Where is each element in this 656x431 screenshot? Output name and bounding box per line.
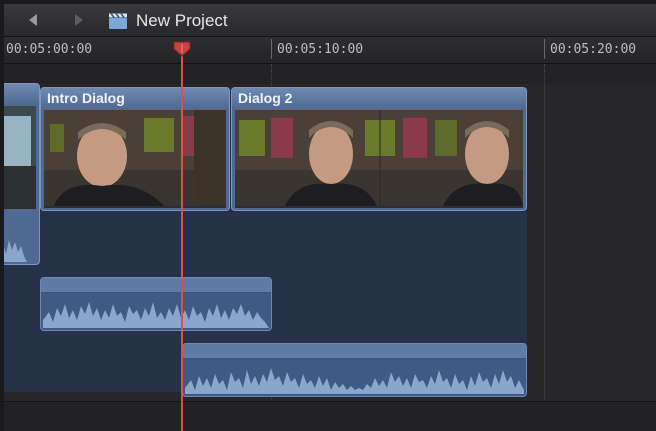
ruler-tick — [544, 39, 545, 59]
playhead-marker-icon[interactable] — [173, 41, 191, 57]
audio-waveform — [4, 240, 27, 262]
forward-button[interactable] — [70, 11, 88, 29]
audio-clip-header — [183, 344, 526, 359]
playhead-line[interactable] — [181, 56, 183, 431]
audio-clip[interactable] — [182, 343, 527, 397]
clip-header — [4, 84, 39, 104]
timeline-bottom-bar — [4, 401, 656, 431]
title-bar: New Project — [4, 4, 656, 37]
timeline-ruler[interactable]: 00:05:00:00 00:05:10:00 00:05:20:00 — [4, 37, 656, 64]
timecode-label: 00:05:00:00 — [6, 42, 93, 57]
audio-clip[interactable] — [40, 277, 272, 331]
timecode-label: 00:05:20:00 — [550, 42, 637, 57]
clip-name: Dialog 2 — [238, 90, 293, 106]
clip-dialog-2[interactable]: Dialog 2 — [231, 87, 527, 211]
clip-thumbnail — [235, 110, 523, 208]
ruler-tick — [271, 39, 272, 59]
clip-thumbnail — [4, 106, 36, 209]
timeline-window: New Project 00:05:00:00 00:05:10:00 00:0… — [4, 4, 656, 431]
chevron-left-icon — [29, 14, 37, 26]
clapperboard-icon — [109, 13, 127, 29]
clip-thumbnail — [44, 110, 226, 208]
audio-waveform — [185, 368, 524, 394]
clip-name: Intro Dialog — [47, 90, 125, 106]
audio-waveform — [43, 302, 269, 328]
video-thumbnail — [4, 106, 36, 206]
previous-clip[interactable] — [4, 83, 40, 265]
clip-intro-dialog[interactable]: Intro Dialog — [40, 87, 230, 211]
project-title: New Project — [136, 11, 228, 30]
timeline-band — [4, 64, 656, 84]
back-button[interactable] — [24, 11, 42, 29]
timecode-label: 00:05:10:00 — [277, 42, 364, 57]
video-thumbnail — [235, 110, 523, 206]
audio-clip-header — [41, 278, 271, 293]
chevron-right-icon — [75, 14, 83, 26]
grid-line — [544, 64, 545, 404]
video-thumbnail — [44, 110, 226, 206]
